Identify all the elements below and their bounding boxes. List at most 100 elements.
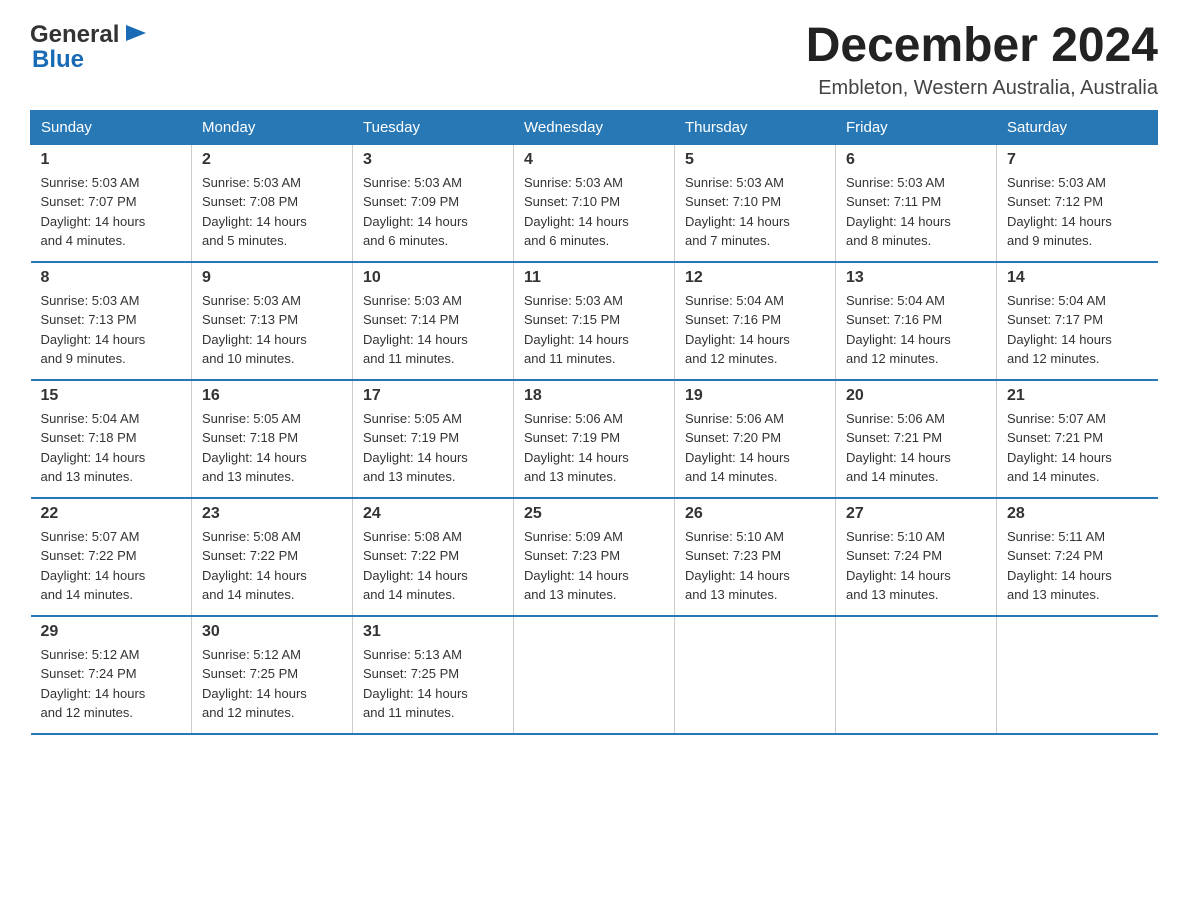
- weekday-header-friday: Friday: [836, 110, 997, 144]
- day-number: 7: [1007, 151, 1148, 169]
- day-info: Sunrise: 5:08 AM Sunset: 7:22 PM Dayligh…: [202, 527, 342, 605]
- calendar-cell: 13 Sunrise: 5:04 AM Sunset: 7:16 PM Dayl…: [836, 262, 997, 380]
- calendar-cell: 5 Sunrise: 5:03 AM Sunset: 7:10 PM Dayli…: [675, 144, 836, 262]
- day-number: 16: [202, 387, 342, 405]
- weekday-header-thursday: Thursday: [675, 110, 836, 144]
- day-info: Sunrise: 5:04 AM Sunset: 7:16 PM Dayligh…: [685, 291, 825, 369]
- day-number: 22: [41, 505, 182, 523]
- day-number: 9: [202, 269, 342, 287]
- day-number: 30: [202, 623, 342, 641]
- calendar-cell: [997, 616, 1158, 734]
- day-info: Sunrise: 5:06 AM Sunset: 7:19 PM Dayligh…: [524, 409, 664, 487]
- calendar-cell: 28 Sunrise: 5:11 AM Sunset: 7:24 PM Dayl…: [997, 498, 1158, 616]
- day-info: Sunrise: 5:03 AM Sunset: 7:14 PM Dayligh…: [363, 291, 503, 369]
- day-number: 17: [363, 387, 503, 405]
- day-number: 8: [41, 269, 182, 287]
- logo-flag-icon: [121, 20, 151, 50]
- day-number: 2: [202, 151, 342, 169]
- day-info: Sunrise: 5:05 AM Sunset: 7:19 PM Dayligh…: [363, 409, 503, 487]
- day-info: Sunrise: 5:03 AM Sunset: 7:13 PM Dayligh…: [202, 291, 342, 369]
- calendar-cell: [675, 616, 836, 734]
- day-info: Sunrise: 5:03 AM Sunset: 7:09 PM Dayligh…: [363, 173, 503, 251]
- day-info: Sunrise: 5:03 AM Sunset: 7:10 PM Dayligh…: [685, 173, 825, 251]
- day-info: Sunrise: 5:08 AM Sunset: 7:22 PM Dayligh…: [363, 527, 503, 605]
- calendar-cell: 11 Sunrise: 5:03 AM Sunset: 7:15 PM Dayl…: [514, 262, 675, 380]
- calendar-cell: 25 Sunrise: 5:09 AM Sunset: 7:23 PM Dayl…: [514, 498, 675, 616]
- day-info: Sunrise: 5:06 AM Sunset: 7:21 PM Dayligh…: [846, 409, 986, 487]
- page-subtitle: Embleton, Western Australia, Australia: [806, 77, 1158, 100]
- day-info: Sunrise: 5:12 AM Sunset: 7:25 PM Dayligh…: [202, 645, 342, 723]
- calendar-cell: 21 Sunrise: 5:07 AM Sunset: 7:21 PM Dayl…: [997, 380, 1158, 498]
- weekday-header-monday: Monday: [192, 110, 353, 144]
- day-info: Sunrise: 5:03 AM Sunset: 7:12 PM Dayligh…: [1007, 173, 1148, 251]
- calendar-cell: 15 Sunrise: 5:04 AM Sunset: 7:18 PM Dayl…: [31, 380, 192, 498]
- calendar-cell: 23 Sunrise: 5:08 AM Sunset: 7:22 PM Dayl…: [192, 498, 353, 616]
- logo-blue-text: Blue: [32, 46, 84, 74]
- calendar-cell: 16 Sunrise: 5:05 AM Sunset: 7:18 PM Dayl…: [192, 380, 353, 498]
- calendar-cell: [836, 616, 997, 734]
- day-number: 21: [1007, 387, 1148, 405]
- calendar-cell: 17 Sunrise: 5:05 AM Sunset: 7:19 PM Dayl…: [353, 380, 514, 498]
- day-info: Sunrise: 5:03 AM Sunset: 7:13 PM Dayligh…: [41, 291, 182, 369]
- calendar-cell: 18 Sunrise: 5:06 AM Sunset: 7:19 PM Dayl…: [514, 380, 675, 498]
- day-info: Sunrise: 5:03 AM Sunset: 7:07 PM Dayligh…: [41, 173, 182, 251]
- day-number: 11: [524, 269, 664, 287]
- calendar-cell: 12 Sunrise: 5:04 AM Sunset: 7:16 PM Dayl…: [675, 262, 836, 380]
- day-info: Sunrise: 5:03 AM Sunset: 7:11 PM Dayligh…: [846, 173, 986, 251]
- day-number: 1: [41, 151, 182, 169]
- day-info: Sunrise: 5:03 AM Sunset: 7:10 PM Dayligh…: [524, 173, 664, 251]
- logo: General Blue: [30, 20, 151, 74]
- logo-general-text: General: [30, 21, 119, 49]
- calendar-cell: 6 Sunrise: 5:03 AM Sunset: 7:11 PM Dayli…: [836, 144, 997, 262]
- day-number: 29: [41, 623, 182, 641]
- weekday-header-sunday: Sunday: [31, 110, 192, 144]
- calendar-table: SundayMondayTuesdayWednesdayThursdayFrid…: [30, 110, 1158, 735]
- weekday-header-saturday: Saturday: [997, 110, 1158, 144]
- day-number: 31: [363, 623, 503, 641]
- calendar-cell: 31 Sunrise: 5:13 AM Sunset: 7:25 PM Dayl…: [353, 616, 514, 734]
- day-info: Sunrise: 5:04 AM Sunset: 7:18 PM Dayligh…: [41, 409, 182, 487]
- day-number: 12: [685, 269, 825, 287]
- day-number: 26: [685, 505, 825, 523]
- day-number: 23: [202, 505, 342, 523]
- day-info: Sunrise: 5:10 AM Sunset: 7:24 PM Dayligh…: [846, 527, 986, 605]
- day-info: Sunrise: 5:03 AM Sunset: 7:15 PM Dayligh…: [524, 291, 664, 369]
- calendar-cell: 22 Sunrise: 5:07 AM Sunset: 7:22 PM Dayl…: [31, 498, 192, 616]
- page-title: December 2024: [806, 20, 1158, 73]
- day-number: 27: [846, 505, 986, 523]
- calendar-cell: 26 Sunrise: 5:10 AM Sunset: 7:23 PM Dayl…: [675, 498, 836, 616]
- calendar-week-row: 8 Sunrise: 5:03 AM Sunset: 7:13 PM Dayli…: [31, 262, 1158, 380]
- calendar-cell: 20 Sunrise: 5:06 AM Sunset: 7:21 PM Dayl…: [836, 380, 997, 498]
- day-number: 25: [524, 505, 664, 523]
- calendar-cell: 8 Sunrise: 5:03 AM Sunset: 7:13 PM Dayli…: [31, 262, 192, 380]
- day-number: 20: [846, 387, 986, 405]
- day-info: Sunrise: 5:07 AM Sunset: 7:22 PM Dayligh…: [41, 527, 182, 605]
- calendar-week-row: 29 Sunrise: 5:12 AM Sunset: 7:24 PM Dayl…: [31, 616, 1158, 734]
- day-info: Sunrise: 5:09 AM Sunset: 7:23 PM Dayligh…: [524, 527, 664, 605]
- day-number: 5: [685, 151, 825, 169]
- day-info: Sunrise: 5:04 AM Sunset: 7:17 PM Dayligh…: [1007, 291, 1148, 369]
- day-info: Sunrise: 5:05 AM Sunset: 7:18 PM Dayligh…: [202, 409, 342, 487]
- day-number: 18: [524, 387, 664, 405]
- calendar-cell: 24 Sunrise: 5:08 AM Sunset: 7:22 PM Dayl…: [353, 498, 514, 616]
- calendar-week-row: 22 Sunrise: 5:07 AM Sunset: 7:22 PM Dayl…: [31, 498, 1158, 616]
- day-number: 19: [685, 387, 825, 405]
- day-number: 24: [363, 505, 503, 523]
- day-number: 15: [41, 387, 182, 405]
- day-info: Sunrise: 5:10 AM Sunset: 7:23 PM Dayligh…: [685, 527, 825, 605]
- day-info: Sunrise: 5:06 AM Sunset: 7:20 PM Dayligh…: [685, 409, 825, 487]
- day-info: Sunrise: 5:12 AM Sunset: 7:24 PM Dayligh…: [41, 645, 182, 723]
- weekday-header-wednesday: Wednesday: [514, 110, 675, 144]
- calendar-cell: 27 Sunrise: 5:10 AM Sunset: 7:24 PM Dayl…: [836, 498, 997, 616]
- calendar-cell: 10 Sunrise: 5:03 AM Sunset: 7:14 PM Dayl…: [353, 262, 514, 380]
- calendar-cell: 14 Sunrise: 5:04 AM Sunset: 7:17 PM Dayl…: [997, 262, 1158, 380]
- day-number: 6: [846, 151, 986, 169]
- calendar-cell: 9 Sunrise: 5:03 AM Sunset: 7:13 PM Dayli…: [192, 262, 353, 380]
- calendar-cell: 4 Sunrise: 5:03 AM Sunset: 7:10 PM Dayli…: [514, 144, 675, 262]
- day-number: 14: [1007, 269, 1148, 287]
- weekday-header-tuesday: Tuesday: [353, 110, 514, 144]
- header: General Blue December 2024 Embleton, Wes…: [30, 20, 1158, 100]
- day-info: Sunrise: 5:11 AM Sunset: 7:24 PM Dayligh…: [1007, 527, 1148, 605]
- calendar-cell: 30 Sunrise: 5:12 AM Sunset: 7:25 PM Dayl…: [192, 616, 353, 734]
- calendar-cell: 1 Sunrise: 5:03 AM Sunset: 7:07 PM Dayli…: [31, 144, 192, 262]
